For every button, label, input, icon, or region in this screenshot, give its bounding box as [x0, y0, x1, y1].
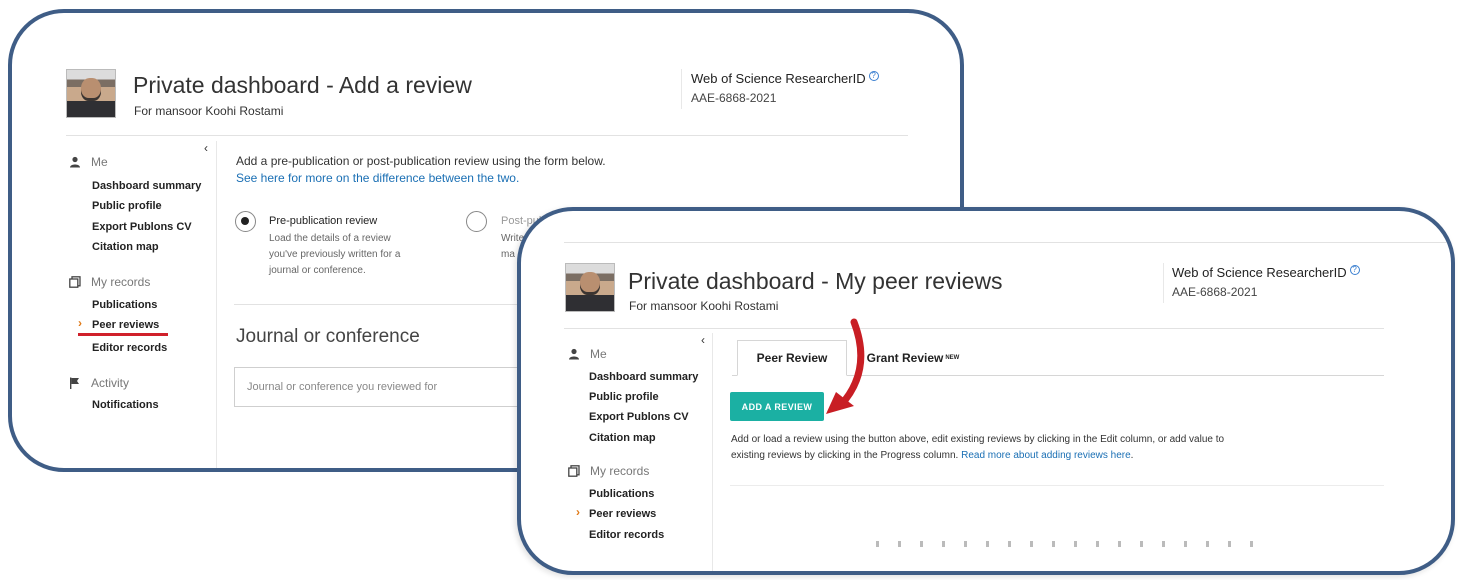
sidebar-item-export-cv[interactable]: Export Publons CV [92, 221, 192, 233]
sidebar-item-publications[interactable]: Publications [589, 488, 654, 500]
person-icon [568, 348, 580, 360]
sidebar-item-public-profile[interactable]: Public profile [92, 200, 162, 212]
help-line-1: Add or load a review using the button ab… [731, 434, 1225, 445]
difference-link[interactable]: See here for more on the difference betw… [236, 171, 519, 185]
sidebar-item-editor-records[interactable]: Editor records [92, 342, 167, 354]
sidebar-item-peer-reviews[interactable]: Peer reviews [92, 319, 159, 331]
intro-text: Add a pre-publication or post-publicatio… [236, 154, 606, 168]
info-icon[interactable]: ? [868, 71, 879, 81]
journal-input[interactable]: Journal or conference you reviewed for [234, 367, 554, 407]
new-badge: NEW [945, 355, 960, 361]
sidebar-item-citation-map[interactable]: Citation map [92, 241, 159, 253]
sidebar-item-export-cv[interactable]: Export Publons CV [589, 411, 689, 423]
page-subtitle: For mansoor Koohi Rostami [629, 299, 779, 313]
help-line-2: existing reviews by clicking in the Prog… [731, 450, 1134, 461]
post-publication-desc-2: ma [501, 249, 515, 260]
researcher-id-value: AAE-6868-2021 [1172, 285, 1258, 299]
sidebar-item-editor-records[interactable]: Editor records [589, 529, 664, 541]
researcher-id-label: Web of Science ResearcherID? [1172, 265, 1360, 280]
pre-publication-title: Pre-publication review [269, 215, 378, 227]
records-icon [568, 465, 580, 477]
sidebar-item-peer-reviews[interactable]: Peer reviews [589, 508, 656, 520]
records-icon [69, 276, 81, 288]
sidebar-section-records: My records [568, 464, 649, 478]
sidebar-item-public-profile[interactable]: Public profile [589, 391, 659, 403]
sidebar-section-activity: Activity [69, 376, 129, 390]
sidebar-item-publications[interactable]: Publications [92, 299, 157, 311]
post-publication-radio[interactable] [466, 211, 487, 232]
read-more-link[interactable]: Read more about adding reviews here [961, 450, 1131, 461]
page-title: Private dashboard - My peer reviews [628, 268, 1003, 294]
sidebar-section-me: Me [568, 347, 607, 361]
sidebar-item-dashboard-summary[interactable]: Dashboard summary [589, 371, 698, 383]
pre-publication-desc-2: you've previously written for a [269, 249, 401, 260]
pre-publication-desc-1: Load the details of a review [269, 233, 391, 244]
active-chevron-icon: › [576, 505, 580, 519]
profile-avatar [66, 69, 116, 118]
annotation-arrow-icon [826, 318, 865, 414]
active-chevron-icon: › [78, 316, 82, 330]
sidebar-item-dashboard-summary[interactable]: Dashboard summary [92, 180, 201, 192]
sidebar-item-notifications[interactable]: Notifications [92, 399, 159, 411]
sidebar-item-citation-map[interactable]: Citation map [589, 432, 656, 444]
info-icon[interactable]: ? [1349, 265, 1360, 275]
flag-icon [69, 377, 81, 389]
pre-publication-desc-3: journal or conference. [269, 265, 366, 276]
person-icon [69, 156, 81, 168]
profile-avatar [565, 263, 615, 312]
faded-content-dots [876, 541, 1256, 547]
page-subtitle: For mansoor Koohi Rostami [134, 104, 284, 118]
peer-reviews-screenshot-panel: Private dashboard - My peer reviews For … [517, 207, 1455, 575]
researcher-id-value: AAE-6868-2021 [691, 91, 777, 105]
sidebar-section-records: My records [69, 275, 150, 289]
collapse-sidebar-icon[interactable]: ‹ [701, 333, 705, 347]
journal-heading: Journal or conference [236, 326, 420, 347]
pre-publication-radio[interactable] [235, 211, 256, 232]
researcher-id-label: Web of Science ResearcherID? [691, 71, 879, 86]
collapse-sidebar-icon[interactable]: ‹ [204, 141, 208, 155]
highlight-underline [78, 333, 168, 336]
add-review-button[interactable]: ADD A REVIEW [730, 392, 824, 421]
page-title: Private dashboard - Add a review [133, 72, 472, 98]
sidebar-section-me: Me [69, 155, 108, 169]
